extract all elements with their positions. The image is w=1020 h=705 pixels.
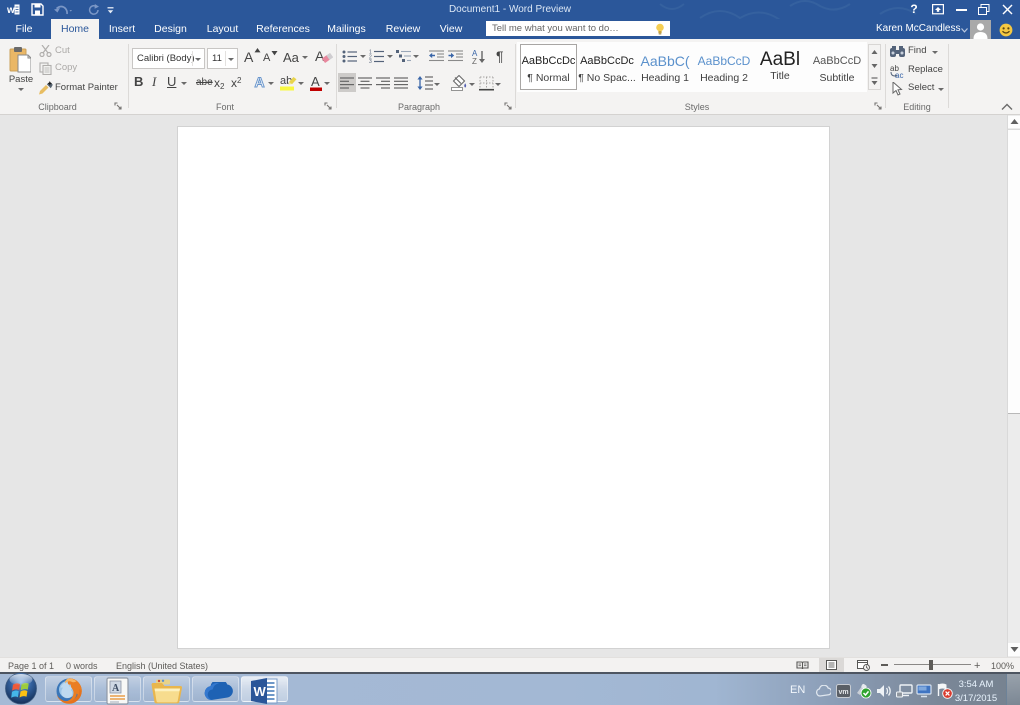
svg-text:W: W [254,684,267,699]
svg-text:ac: ac [895,71,903,78]
svg-text:vm: vm [839,689,849,696]
svg-text:A: A [112,683,120,694]
svg-text:A: A [315,48,325,64]
svg-text:A: A [255,74,265,89]
svg-text:w: w [7,5,15,16]
svg-text:Z: Z [472,57,477,64]
svg-text:3: 3 [369,59,372,63]
svg-text:A: A [311,74,320,89]
